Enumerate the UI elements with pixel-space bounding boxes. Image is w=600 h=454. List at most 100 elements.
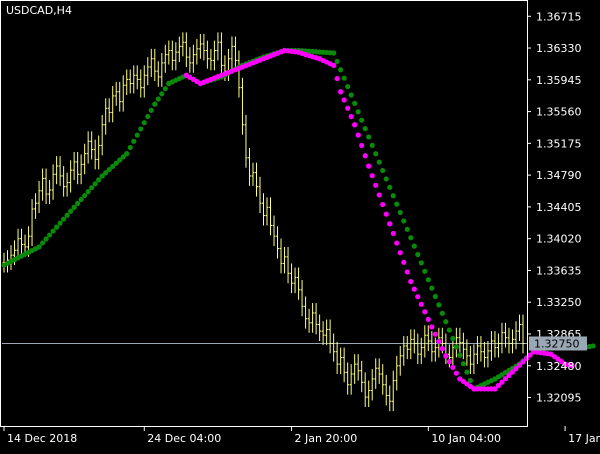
trend-up-dot [464,369,470,375]
trend-up-dot [415,251,421,258]
trend-up-dot [390,193,396,199]
price-tick-label: 1.34020 [536,233,582,246]
trend-down-dot [331,62,337,68]
trend-down-dot [415,294,421,300]
trend-up-dot [57,220,63,226]
trend-up-dot [355,109,361,115]
trend-up-dot [376,159,382,165]
trend-down-dot [425,316,431,323]
trend-down-dot [439,346,445,352]
trend-down-dot [383,211,389,217]
trend-up-dot [432,293,438,300]
trend-down-dot [418,301,424,307]
trend-down-dot [369,173,375,179]
trend-down-dot [404,269,410,275]
trend-up-dot [443,319,449,325]
trend-up-dot [387,184,393,190]
trend-up-dot [138,126,144,132]
trend-up-dot [71,204,77,210]
trend-up-dot [429,285,435,291]
trend-up-dot [397,209,403,216]
trend-up-dot [148,107,154,113]
trend-up-dot [54,224,60,230]
trend-down-dot [397,250,403,256]
trend-up-dot [78,196,84,203]
trend-down-dot [334,75,340,82]
trend-up-dot [401,218,407,224]
trend-down-dot [429,324,435,330]
trend-down-dot [411,286,417,292]
trend-up-dot [131,138,137,144]
trend-down-dot [450,364,456,371]
time-tick-label: 2 Jan 20:00 [295,432,358,445]
trend-up-dot [159,91,165,97]
current-price-label: 1.32750 [534,337,580,350]
trend-up-dot [436,302,442,308]
trend-up-dot [331,50,337,56]
trend-up-dot [68,208,74,214]
trend-down-dot [376,192,382,198]
trend-down-dot [380,201,386,208]
trend-up-dot [39,240,46,246]
trend-down-dot [366,163,372,169]
price-tick-label: 1.36330 [536,42,582,55]
trend-up-dot [46,232,53,238]
trend-up-dot [348,92,354,98]
trend-up-dot [127,144,133,151]
trend-up-dot [43,236,49,242]
trend-up-dot [352,100,358,106]
price-chart: 1.36715 1.36330 1.35945 1.35560 1.35175 1.347… [0,0,600,450]
trend-down-dot [355,132,361,138]
trend-down-dot [362,153,368,159]
trend-down-dot [394,240,400,246]
trend-up-dot [460,361,466,367]
trend-down-dot [453,370,459,376]
symbol-label: USDCAD,H4 [6,4,72,17]
trend-down-dot [348,113,354,120]
trend-up-dot [457,352,463,358]
price-tick-label: 1.35945 [536,74,582,87]
trend-down-dot [338,89,344,95]
trend-up-dot [145,113,151,120]
trend-down-dot [345,105,351,111]
trend-up-dot [124,151,130,157]
trend-up-dot [366,134,372,140]
trend-up-dot [362,125,368,132]
trend-down-dot [352,122,358,128]
trend-up-dot [453,344,459,350]
trend-down-dot [387,221,393,227]
time-tick-label: 10 Jan 04:00 [431,432,501,445]
trend-up-dot [369,142,375,148]
trend-up-dot [85,189,91,195]
trend-down-dot [432,331,438,337]
trend-up-dot [439,310,445,316]
trend-up-dot [96,177,102,183]
chart-canvas: 1.36715 1.36330 1.35945 1.35560 1.35175 1.347… [0,0,600,450]
trend-up-dot [394,201,400,207]
time-tick-label: 17 Jan 12:00 [568,432,600,445]
trend-down-dot [422,309,428,315]
price-tick-label: 1.33635 [536,264,582,277]
trend-up-dot [341,75,347,81]
time-tick-label: 14 Dec 2018 [7,432,77,445]
trend-down-dot [341,97,347,103]
price-tick-label: 1.32480 [536,360,582,373]
trend-up-dot [155,96,161,102]
price-tick-label: 1.36715 [536,10,582,23]
trend-up-dot [61,216,67,222]
trend-up-dot [422,268,428,274]
trend-up-dot [92,181,98,187]
trend-up-dot [141,120,147,126]
price-tick-label: 1.33250 [536,296,582,309]
trend-up-dot [64,212,70,218]
trend-up-dot [359,117,365,123]
trend-up-dot [425,277,431,283]
trend-up-dot [383,176,389,182]
trend-up-dot [373,151,379,157]
trend-down-dot [408,278,414,285]
time-tick-label: 24 Dec 04:00 [147,432,221,445]
trend-up-dot [36,244,42,250]
price-tick-label: 1.35175 [536,137,582,150]
trend-up-dot [446,327,452,333]
chart-background [0,0,600,450]
